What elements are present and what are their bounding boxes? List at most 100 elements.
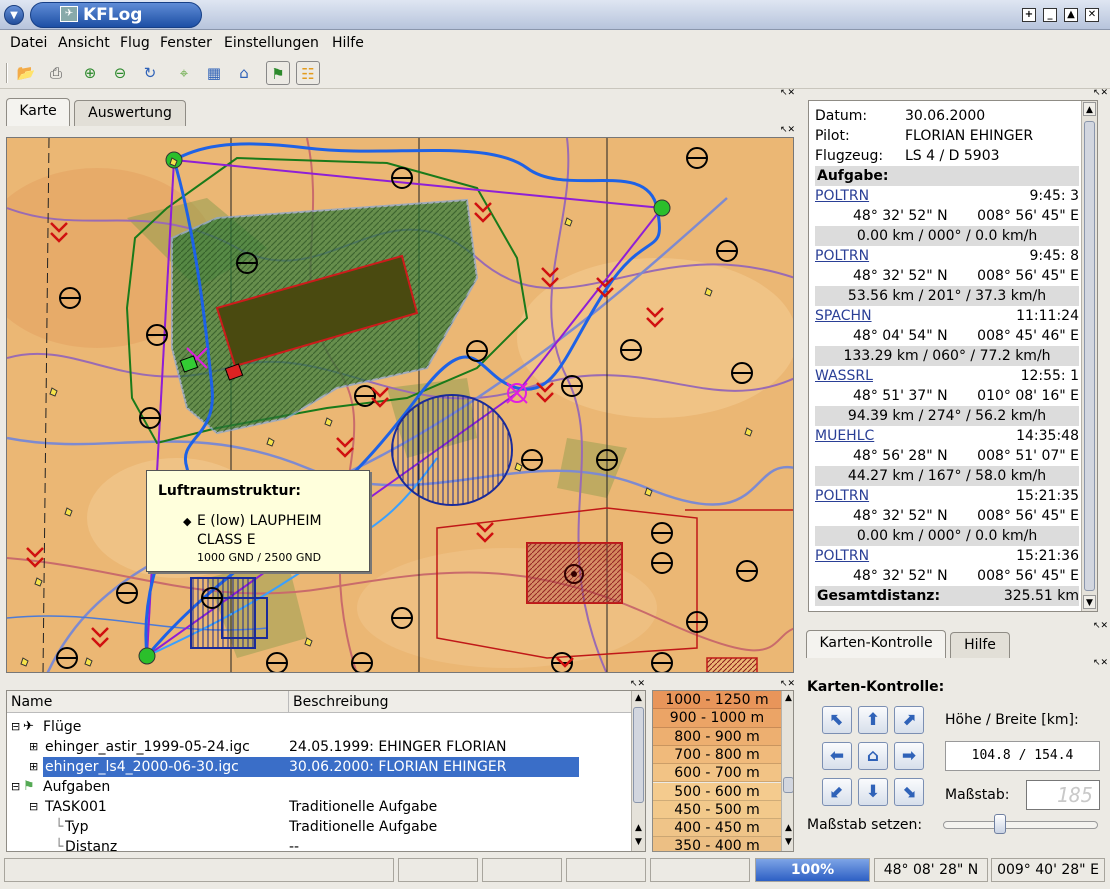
zoom-in-icon[interactable]: ⊕ bbox=[78, 61, 102, 85]
home-center-button[interactable]: ⌂ bbox=[858, 742, 888, 770]
tab-karten-kontrolle[interactable]: Karten-Kontrolle bbox=[806, 630, 946, 658]
tree-row-task[interactable]: ⊟ TASK001 Traditionelle Aufgabe bbox=[7, 797, 633, 817]
waypoint-link[interactable]: POLTRN bbox=[815, 246, 869, 266]
menu-fenster[interactable]: Fenster bbox=[160, 35, 212, 51]
tree-row-fluege[interactable]: ⊟ ✈ Flüge bbox=[7, 717, 633, 737]
tab-auswertung[interactable]: Auswertung bbox=[74, 100, 186, 126]
open-file-icon[interactable]: 📂 bbox=[14, 61, 38, 85]
tree-row-flight[interactable]: ⊞ ehinger_astir_1999-05-24.igc 24.05.199… bbox=[7, 737, 633, 757]
dock-undock-icon[interactable]: ↖✕ bbox=[1093, 89, 1108, 98]
print-icon[interactable]: ⎙ bbox=[44, 61, 68, 85]
pan-northeast-button[interactable]: ⬈ bbox=[894, 706, 924, 734]
tree-label: Distanz bbox=[65, 839, 118, 852]
home-icon[interactable]: ⌂ bbox=[232, 61, 256, 85]
gesamtdistanz-label: Gesamtdistanz: bbox=[817, 588, 941, 604]
tree-desc: 24.05.1999: EHINGER FLORIAN bbox=[289, 739, 507, 755]
massstab-slider-track[interactable] bbox=[943, 821, 1098, 829]
waypoint-link[interactable]: SPACHN bbox=[815, 306, 872, 326]
info-scrollbar[interactable]: ▲ ▼ bbox=[1081, 101, 1097, 611]
scroll-thumb[interactable] bbox=[783, 777, 793, 793]
reload-icon[interactable]: ↻ bbox=[138, 61, 162, 85]
expand-icon[interactable]: ⊞ bbox=[29, 757, 38, 777]
datum-value: 30.06.2000 bbox=[905, 108, 986, 124]
waypoint-link[interactable]: MUEHLC bbox=[815, 426, 874, 446]
window-menu-icon[interactable]: ▼ bbox=[4, 5, 24, 25]
help-window-icon[interactable]: + bbox=[1022, 8, 1036, 22]
maximize-icon[interactable]: ▲ bbox=[1064, 8, 1078, 22]
task-icon[interactable]: ⚑ bbox=[266, 61, 290, 85]
pan-north-button[interactable]: ⬆ bbox=[858, 706, 888, 734]
waypoint-link[interactable]: POLTRN bbox=[815, 546, 869, 566]
pan-southwest-button[interactable]: ⬋ bbox=[822, 778, 852, 806]
collapse-icon[interactable]: ⊟ bbox=[29, 797, 38, 817]
massstab-slider-thumb[interactable] bbox=[994, 814, 1007, 834]
waypoint-lon: 008° 56' 45" E bbox=[977, 508, 1079, 524]
scroll-thumb[interactable] bbox=[633, 707, 644, 803]
scroll-down-icon[interactable]: ▲ ▼ bbox=[632, 821, 645, 849]
scroll-up-icon[interactable]: ▲ bbox=[632, 691, 645, 705]
legend-entry: 400 - 450 m bbox=[653, 819, 781, 838]
minimize-icon[interactable]: _ bbox=[1043, 8, 1057, 22]
waypoint-leg: 44.27 km / 167° / 58.0 km/h bbox=[815, 466, 1079, 486]
datum-label: Datum: bbox=[815, 108, 868, 124]
dock-undock-icon[interactable]: ↖✕ bbox=[1093, 622, 1108, 631]
tab-karte[interactable]: Karte bbox=[6, 98, 70, 126]
waypoint-time: 9:45: 8 bbox=[1029, 248, 1079, 264]
column-header-beschreibung[interactable]: Beschreibung bbox=[289, 691, 633, 713]
waypoint-time: 11:11:24 bbox=[1016, 308, 1079, 324]
waypoint-lon: 010° 08' 16" E bbox=[977, 388, 1079, 404]
pilot-value: FLORIAN EHINGER bbox=[905, 128, 1034, 144]
dock-undock-icon[interactable]: ↖✕ bbox=[780, 680, 795, 689]
pan-southeast-button[interactable]: ⬊ bbox=[894, 778, 924, 806]
legend-entry: 800 - 900 m bbox=[653, 727, 781, 746]
waypoint-leg: 133.29 km / 060° / 77.2 km/h bbox=[815, 346, 1079, 366]
scroll-down-icon[interactable]: ▲ ▼ bbox=[782, 821, 793, 849]
menu-einstellungen[interactable]: Einstellungen bbox=[224, 35, 319, 51]
collapse-icon[interactable]: ⊟ bbox=[11, 777, 20, 797]
pan-south-button[interactable]: ⬇ bbox=[858, 778, 888, 806]
dock-undock-icon[interactable]: ↖✕ bbox=[780, 89, 795, 98]
expand-icon[interactable]: ⊞ bbox=[29, 737, 38, 757]
map-edit-icon[interactable]: ⌖ bbox=[172, 61, 196, 85]
tree-row-aufgaben[interactable]: ⊟ ⚑ Aufgaben bbox=[7, 777, 633, 797]
tree-row-flight-selected[interactable]: ⊞ ehinger_ls4_2000-06-30.igc 30.06.2000:… bbox=[7, 757, 633, 777]
map-canvas[interactable] bbox=[7, 138, 794, 673]
flugzeug-row: Flugzeug: LS 4 / D 5903 bbox=[815, 146, 1079, 166]
status-cell bbox=[650, 858, 750, 882]
massstab-label: Maßstab: bbox=[945, 787, 1010, 803]
map-view[interactable]: Luftraumstruktur: ◆ E (low) LAUPHEIM CLA… bbox=[6, 137, 794, 673]
waypoint-lat: 48° 32' 52" N bbox=[853, 208, 948, 224]
column-header-name[interactable]: Name bbox=[7, 691, 289, 713]
close-icon[interactable]: ✕ bbox=[1085, 8, 1099, 22]
menu-bar: Datei Ansicht Flug Fenster Einstellungen… bbox=[0, 31, 1110, 57]
waypoint-link[interactable]: POLTRN bbox=[815, 186, 869, 206]
waypoint-list-icon[interactable]: ☷ bbox=[296, 61, 320, 85]
menu-hilfe[interactable]: Hilfe bbox=[332, 35, 364, 51]
scroll-up-icon[interactable]: ▲ bbox=[1083, 102, 1096, 116]
scroll-up-icon[interactable]: ▲ bbox=[782, 691, 793, 705]
legend-scrollbar[interactable]: ▲ ▲ ▼ bbox=[781, 691, 793, 851]
map-layers-icon[interactable]: ▦ bbox=[202, 61, 226, 85]
collapse-icon[interactable]: ⊟ bbox=[11, 717, 20, 737]
waypoint-link[interactable]: POLTRN bbox=[815, 486, 869, 506]
menu-flug[interactable]: Flug bbox=[120, 35, 150, 51]
pan-northwest-button[interactable]: ⬉ bbox=[822, 706, 852, 734]
folder-icon: ✈ bbox=[23, 719, 34, 734]
tree-scrollbar[interactable]: ▲ ▲ ▼ bbox=[631, 691, 645, 851]
dock-undock-icon[interactable]: ↖✕ bbox=[780, 126, 795, 135]
menu-datei[interactable]: Datei bbox=[10, 35, 47, 51]
pan-east-button[interactable]: ➡ bbox=[894, 742, 924, 770]
tree-row-typ[interactable]: └ Typ Traditionelle Aufgabe bbox=[7, 817, 633, 837]
waypoint-link[interactable]: WASSRL bbox=[815, 366, 873, 386]
pan-west-button[interactable]: ⬅ bbox=[822, 742, 852, 770]
scroll-thumb[interactable] bbox=[1084, 121, 1095, 591]
dock-undock-icon[interactable]: ↖✕ bbox=[630, 680, 645, 689]
waypoint-lat: 48° 32' 52" N bbox=[853, 508, 948, 524]
menu-ansicht[interactable]: Ansicht bbox=[58, 35, 110, 51]
scroll-down-icon[interactable]: ▼ bbox=[1083, 595, 1096, 609]
status-latitude: 48° 08' 28" N bbox=[874, 858, 988, 882]
tree-row-distanz[interactable]: └ Distanz -- bbox=[7, 837, 633, 852]
tab-hilfe[interactable]: Hilfe bbox=[950, 632, 1010, 658]
zoom-out-icon[interactable]: ⊖ bbox=[108, 61, 132, 85]
waypoint-lat: 48° 32' 52" N bbox=[853, 568, 948, 584]
